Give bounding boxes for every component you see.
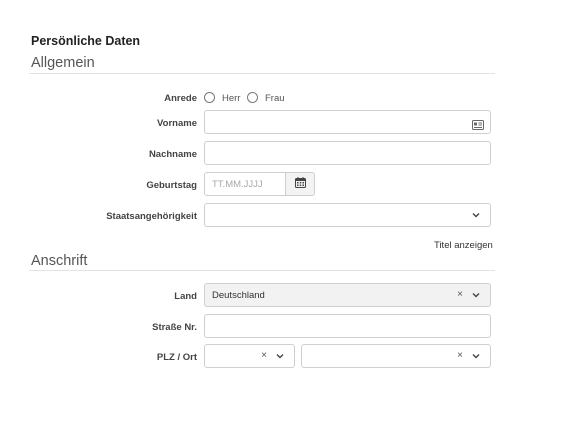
salutation-frau-radio[interactable] xyxy=(247,92,258,103)
birthday-label: Geburtstag xyxy=(146,180,197,191)
nationality-label: Staatsangehörigkeit xyxy=(106,211,197,222)
show-title-link[interactable]: Titel anzeigen xyxy=(434,240,493,251)
section-divider xyxy=(29,73,495,74)
salutation-herr-radio[interactable] xyxy=(204,92,215,103)
calendar-button[interactable] xyxy=(286,172,315,196)
last-name-label: Nachname xyxy=(148,149,197,160)
street-input[interactable] xyxy=(204,314,491,338)
country-select[interactable]: Deutschland × xyxy=(204,283,491,307)
zip-select[interactable]: × xyxy=(204,344,295,368)
salutation-frau-label[interactable]: Frau xyxy=(265,93,285,104)
last-name-input[interactable] xyxy=(204,141,491,165)
clear-icon[interactable]: × xyxy=(455,288,465,302)
clear-icon[interactable]: × xyxy=(259,349,269,363)
section-divider xyxy=(29,270,495,271)
contact-card-icon[interactable] xyxy=(472,117,484,130)
zip-city-label: PLZ / Ort xyxy=(156,352,197,363)
calendar-icon xyxy=(294,175,306,193)
street-label: Straße Nr. xyxy=(152,322,197,333)
birthday-placeholder: TT.MM.JJJJ xyxy=(212,179,263,190)
clear-icon[interactable]: × xyxy=(455,349,465,363)
section-heading-address: Anschrift xyxy=(31,253,88,269)
city-select[interactable]: × xyxy=(301,344,491,368)
salutation-herr-label[interactable]: Herr xyxy=(222,93,240,104)
country-value: Deutschland xyxy=(212,290,265,301)
birthday-input[interactable]: TT.MM.JJJJ xyxy=(204,172,286,196)
chevron-down-icon[interactable] xyxy=(470,288,482,302)
chevron-down-icon[interactable] xyxy=(470,349,482,363)
nationality-select[interactable] xyxy=(204,203,491,227)
form-title: Persönliche Daten xyxy=(31,34,141,48)
first-name-input[interactable] xyxy=(204,110,491,134)
first-name-label: Vorname xyxy=(157,118,197,129)
chevron-down-icon[interactable] xyxy=(274,349,286,363)
country-label: Land xyxy=(174,291,197,302)
salutation-label: Anrede xyxy=(164,93,197,104)
chevron-down-icon[interactable] xyxy=(470,208,482,222)
section-heading-general: Allgemein xyxy=(31,55,95,71)
